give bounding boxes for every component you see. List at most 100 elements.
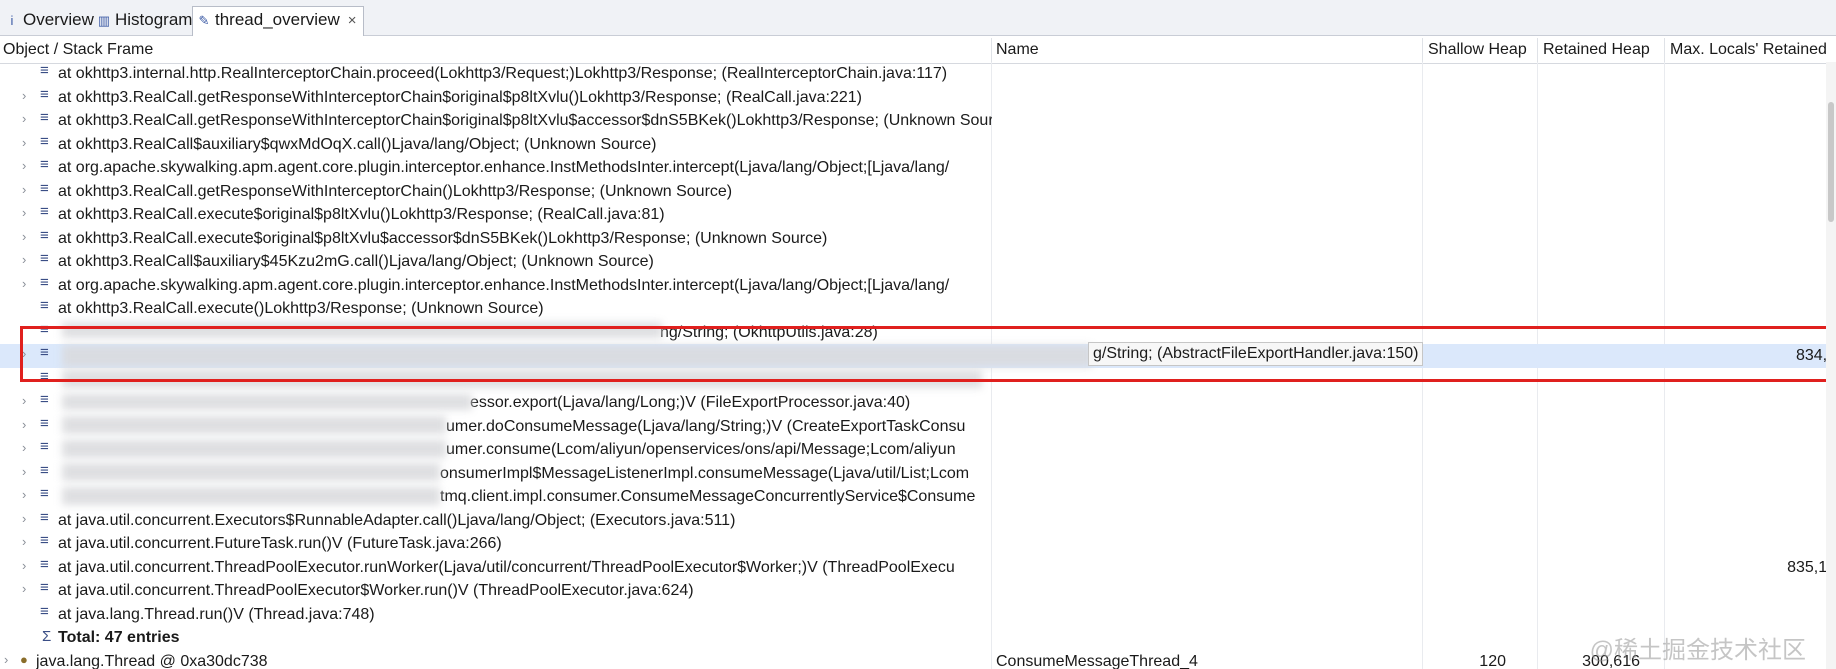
stack-frame-icon: ≡ — [40, 109, 49, 126]
stack-frame-row[interactable]: › ≡ at java.util.concurrent.Executors$Ru… — [0, 509, 1836, 533]
table-header: Object / Stack Frame Name Shallow Heap R… — [0, 36, 1836, 64]
column-header-shallow-heap[interactable]: Shallow Heap — [1428, 36, 1531, 63]
stack-frame-row[interactable]: › ≡ at java.util.concurrent.FutureTask.r… — [0, 532, 1836, 556]
expand-chevron-icon[interactable]: › — [4, 652, 8, 667]
vertical-scrollbar[interactable] — [1826, 62, 1836, 669]
expand-chevron-icon[interactable]: › — [22, 581, 26, 596]
stack-frame-text: at okhttp3.RealCall.getResponseWithInter… — [58, 112, 992, 129]
stack-frame-row[interactable]: › ≡ at okhttp3.RealCall.execute$original… — [0, 203, 1836, 227]
expand-chevron-icon[interactable]: › — [22, 440, 26, 455]
editor-tab-bar: i Overview ▥ Histogram ✎ thread_overview × — [0, 0, 1836, 36]
stack-frame-row[interactable]: › ≡ at okhttp3.RealCall.execute$original… — [0, 227, 1836, 251]
redacted-region — [62, 394, 472, 410]
column-divider[interactable] — [1664, 38, 1665, 62]
stack-frame-text: umer.doConsumeMessage(Ljava/lang/String;… — [446, 417, 966, 435]
stack-frame-row[interactable]: › ≡ at okhttp3.RealCall.getResponseWithI… — [0, 86, 1836, 110]
expand-chevron-icon[interactable]: › — [22, 252, 26, 267]
stack-frame-icon: ≡ — [40, 179, 49, 197]
expand-chevron-icon[interactable]: › — [22, 158, 26, 173]
stack-frame-row[interactable]: › ≡ at java.util.concurrent.ThreadPoolEx… — [0, 556, 1836, 580]
expand-chevron-icon[interactable]: › — [22, 558, 26, 573]
stack-frame-text: at org.apache.skywalking.apm.agent.core.… — [58, 159, 950, 176]
stack-frame-icon: ≡ — [40, 438, 49, 455]
expand-chevron-icon[interactable]: › — [22, 417, 26, 432]
column-divider[interactable] — [1537, 38, 1538, 62]
stack-frame-text: at okhttp3.RealCall.execute()Lokhttp3/Re… — [58, 300, 544, 317]
stack-frame-icon: ≡ — [40, 414, 49, 432]
stack-frame-icon: ≡ — [40, 203, 49, 220]
stack-frame-row[interactable]: › ≡ at okhttp3.RealCall$auxiliary$qwxMdO… — [0, 133, 1836, 157]
stack-frame-text: at java.util.concurrent.ThreadPoolExecut… — [58, 582, 694, 599]
expand-chevron-icon[interactable]: › — [22, 229, 26, 244]
tab-overview[interactable]: i Overview — [0, 6, 101, 36]
expand-chevron-icon[interactable]: › — [22, 511, 26, 526]
tab-label: Histogram — [115, 10, 193, 29]
stack-frame-icon: ≡ — [40, 555, 49, 573]
expand-chevron-icon[interactable]: › — [22, 205, 26, 220]
column-header-name[interactable]: Name — [996, 36, 1396, 63]
stack-frame-row[interactable]: › ≡ at org.apache.skywalking.apm.agent.c… — [0, 274, 1836, 298]
scrollbar-thumb[interactable] — [1828, 102, 1834, 222]
thread-icon: ● — [20, 651, 28, 667]
highlight-annotation-box — [20, 326, 1830, 382]
stack-frame-text: at java.lang.Thread.run()V (Thread.java:… — [58, 605, 375, 623]
stack-frame-icon: ≡ — [40, 85, 49, 103]
column-divider[interactable] — [991, 38, 992, 62]
stack-frame-row[interactable]: ≡ at java.lang.Thread.run()V (Thread.jav… — [0, 603, 1836, 627]
expand-chevron-icon[interactable]: › — [22, 135, 26, 150]
redacted-region — [62, 416, 446, 434]
stack-frame-icon: ≡ — [40, 485, 49, 502]
total-label: Total: 47 entries — [58, 629, 180, 646]
thread-name: ConsumeMessageThread_4 — [996, 652, 1198, 669]
histogram-icon: ▥ — [97, 13, 111, 28]
tab-histogram[interactable]: ▥ Histogram — [92, 6, 199, 36]
sum-icon: Σ — [42, 628, 51, 645]
watermark-text: @稀土掘金技术社区 — [1589, 637, 1806, 664]
expand-chevron-icon[interactable]: › — [22, 276, 26, 291]
stack-frame-row[interactable]: › ≡ at okhttp3.RealCall.getResponseWithI… — [0, 109, 1836, 133]
stack-frame-icon: ≡ — [40, 579, 49, 596]
stack-frame-text: at org.apache.skywalking.apm.agent.core.… — [58, 276, 950, 294]
redacted-region — [62, 440, 446, 458]
redacted-region — [62, 487, 440, 505]
column-header-retained-heap[interactable]: Retained Heap — [1543, 36, 1661, 63]
stack-frame-text: essor.export(Ljava/lang/Long;)V (FileExp… — [470, 394, 911, 411]
expand-chevron-icon[interactable]: › — [22, 534, 26, 549]
thread-icon: ✎ — [198, 13, 210, 28]
stack-frame-row[interactable]: › ≡ at org.apache.skywalking.apm.agent.c… — [0, 156, 1836, 180]
tab-label: thread_overview — [215, 10, 340, 29]
column-header-max-locals-retained[interactable]: Max. Locals' Retained — [1670, 36, 1832, 63]
stack-frame-row[interactable]: ≡ at okhttp3.internal.http.RealIntercept… — [0, 62, 1836, 86]
expand-chevron-icon[interactable]: › — [22, 111, 26, 126]
stack-frame-text: at okhttp3.RealCall.execute$original$p8l… — [58, 229, 828, 247]
stack-frame-text: at okhttp3.RealCall.getResponseWithInter… — [58, 182, 733, 200]
max-locals-retained-value: 835,10 — [1787, 558, 1836, 576]
stack-frame-icon: ≡ — [40, 226, 49, 244]
expand-chevron-icon[interactable]: › — [22, 393, 26, 408]
info-icon: i — [10, 13, 14, 28]
thread-row[interactable]: › ● java.lang.Thread @ 0xa30dc738 Consum… — [0, 650, 1836, 669]
stack-frame-text: at java.util.concurrent.ThreadPoolExecut… — [58, 558, 955, 576]
tab-label: Overview — [23, 10, 94, 29]
column-header-object[interactable]: Object / Stack Frame — [3, 36, 983, 63]
expand-chevron-icon[interactable]: › — [22, 182, 26, 197]
stack-frame-icon: ≡ — [40, 461, 49, 479]
stack-frame-text: umer.consume(Lcom/aliyun/openservices/on… — [446, 441, 956, 458]
total-row: Σ Total: 47 entries — [0, 626, 1836, 650]
stack-frame-icon: ≡ — [40, 508, 49, 526]
stack-frame-text: at java.util.concurrent.Executors$Runnab… — [58, 511, 736, 529]
column-divider[interactable] — [1422, 38, 1423, 62]
stack-frame-row[interactable]: ≡ at okhttp3.RealCall.execute()Lokhttp3/… — [0, 297, 1836, 321]
expand-chevron-icon[interactable]: › — [22, 487, 26, 502]
stack-frame-row[interactable]: › ≡ at okhttp3.RealCall.getResponseWithI… — [0, 180, 1836, 204]
close-tab-icon[interactable]: × — [348, 12, 357, 29]
expand-chevron-icon[interactable]: › — [22, 88, 26, 103]
expand-chevron-icon[interactable]: › — [22, 464, 26, 479]
stack-frame-icon: ≡ — [40, 602, 49, 620]
tab-thread-overview[interactable]: ✎ thread_overview × — [192, 6, 364, 36]
stack-frame-row[interactable]: › ≡ at java.util.concurrent.ThreadPoolEx… — [0, 579, 1836, 603]
thread-object-text: java.lang.Thread @ 0xa30dc738 — [36, 652, 268, 669]
stack-frame-row[interactable]: › ≡ at okhttp3.RealCall$auxiliary$45Kzu2… — [0, 250, 1836, 274]
stack-frame-icon: ≡ — [40, 391, 49, 408]
stack-frame-icon: ≡ — [40, 156, 49, 173]
